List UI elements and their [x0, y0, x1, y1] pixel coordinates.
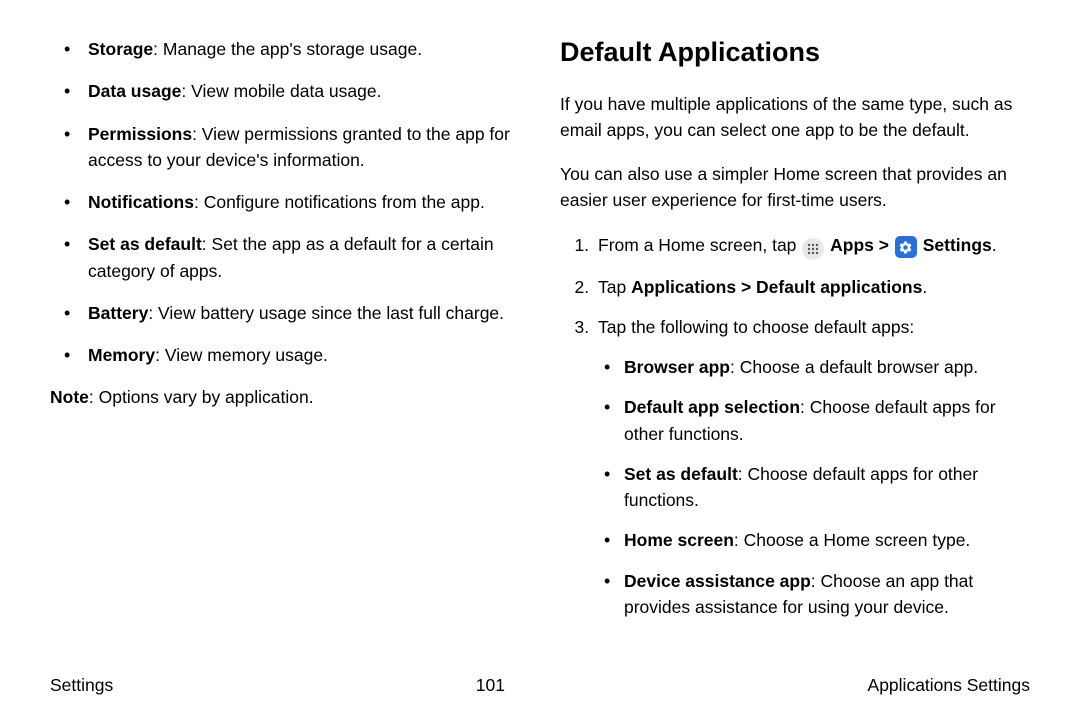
- page-footer: Settings 101 Applications Settings: [50, 675, 1030, 696]
- term: Permissions: [88, 124, 192, 144]
- page-number: 101: [476, 675, 505, 696]
- desc: : View memory usage.: [155, 345, 328, 365]
- list-item: Notifications: Configure notifications f…: [88, 189, 520, 215]
- term: Browser app: [624, 357, 730, 377]
- apps-icon: [802, 238, 824, 260]
- footer-left: Settings: [50, 675, 113, 696]
- list-item: Permissions: View permissions granted to…: [88, 121, 520, 174]
- list-item: Browser app: Choose a default browser ap…: [624, 354, 1030, 380]
- desc: : Manage the app's storage usage.: [153, 39, 422, 59]
- desc: : Configure notifications from the app.: [194, 192, 485, 212]
- intro-para-1: If you have multiple applications of the…: [560, 91, 1030, 144]
- list-item: Storage: Manage the app's storage usage.: [88, 36, 520, 62]
- settings-icon: [895, 236, 917, 258]
- step-2: Tap Applications > Default applications.: [594, 274, 1030, 300]
- term: Home screen: [624, 530, 734, 550]
- term: Notifications: [88, 192, 194, 212]
- list-item: Set as default: Choose default apps for …: [624, 461, 1030, 514]
- note-term: Note: [50, 387, 89, 407]
- separator: >: [874, 235, 894, 255]
- steps-list: From a Home screen, tap Apps > Settings.…: [560, 232, 1030, 621]
- step-text: Tap: [598, 277, 631, 297]
- list-item: Default app selection: Choose default ap…: [624, 394, 1030, 447]
- term: Battery: [88, 303, 148, 323]
- term: Memory: [88, 345, 155, 365]
- note-desc: : Options vary by application.: [89, 387, 314, 407]
- suffix: .: [922, 277, 927, 297]
- list-item: Home screen: Choose a Home screen type.: [624, 527, 1030, 553]
- list-item: Set as default: Set the app as a default…: [88, 231, 520, 284]
- left-column: Storage: Manage the app's storage usage.…: [50, 32, 520, 652]
- default-apps-sublist: Browser app: Choose a default browser ap…: [598, 354, 1030, 620]
- step-text: From a Home screen, tap: [598, 235, 801, 255]
- term: Device assistance app: [624, 571, 811, 591]
- right-column: Default Applications If you have multipl…: [560, 32, 1030, 652]
- section-heading: Default Applications: [560, 32, 1030, 73]
- step-3: Tap the following to choose default apps…: [594, 314, 1030, 620]
- options-list: Storage: Manage the app's storage usage.…: [50, 36, 520, 368]
- footer-right: Applications Settings: [868, 675, 1030, 696]
- content-columns: Storage: Manage the app's storage usage.…: [50, 32, 1030, 652]
- desc: : Choose a Home screen type.: [734, 530, 970, 550]
- suffix: .: [992, 235, 997, 255]
- list-item: Device assistance app: Choose an app tha…: [624, 568, 1030, 621]
- step-text: Tap the following to choose default apps…: [598, 317, 914, 337]
- apps-label: Apps: [830, 235, 874, 255]
- list-item: Memory: View memory usage.: [88, 342, 520, 368]
- term: Data usage: [88, 81, 181, 101]
- list-item: Battery: View battery usage since the la…: [88, 300, 520, 326]
- list-item: Data usage: View mobile data usage.: [88, 78, 520, 104]
- term: Storage: [88, 39, 153, 59]
- step-1: From a Home screen, tap Apps > Settings.: [594, 232, 1030, 260]
- term: Set as default: [88, 234, 202, 254]
- desc: : View battery usage since the last full…: [148, 303, 504, 323]
- term: Set as default: [624, 464, 738, 484]
- step-bold: Applications > Default applications: [631, 277, 922, 297]
- term: Default app selection: [624, 397, 800, 417]
- note: Note: Options vary by application.: [50, 384, 520, 410]
- desc: : View mobile data usage.: [181, 81, 381, 101]
- desc: : Choose a default browser app.: [730, 357, 978, 377]
- settings-label: Settings: [923, 235, 992, 255]
- intro-para-2: You can also use a simpler Home screen t…: [560, 161, 1030, 214]
